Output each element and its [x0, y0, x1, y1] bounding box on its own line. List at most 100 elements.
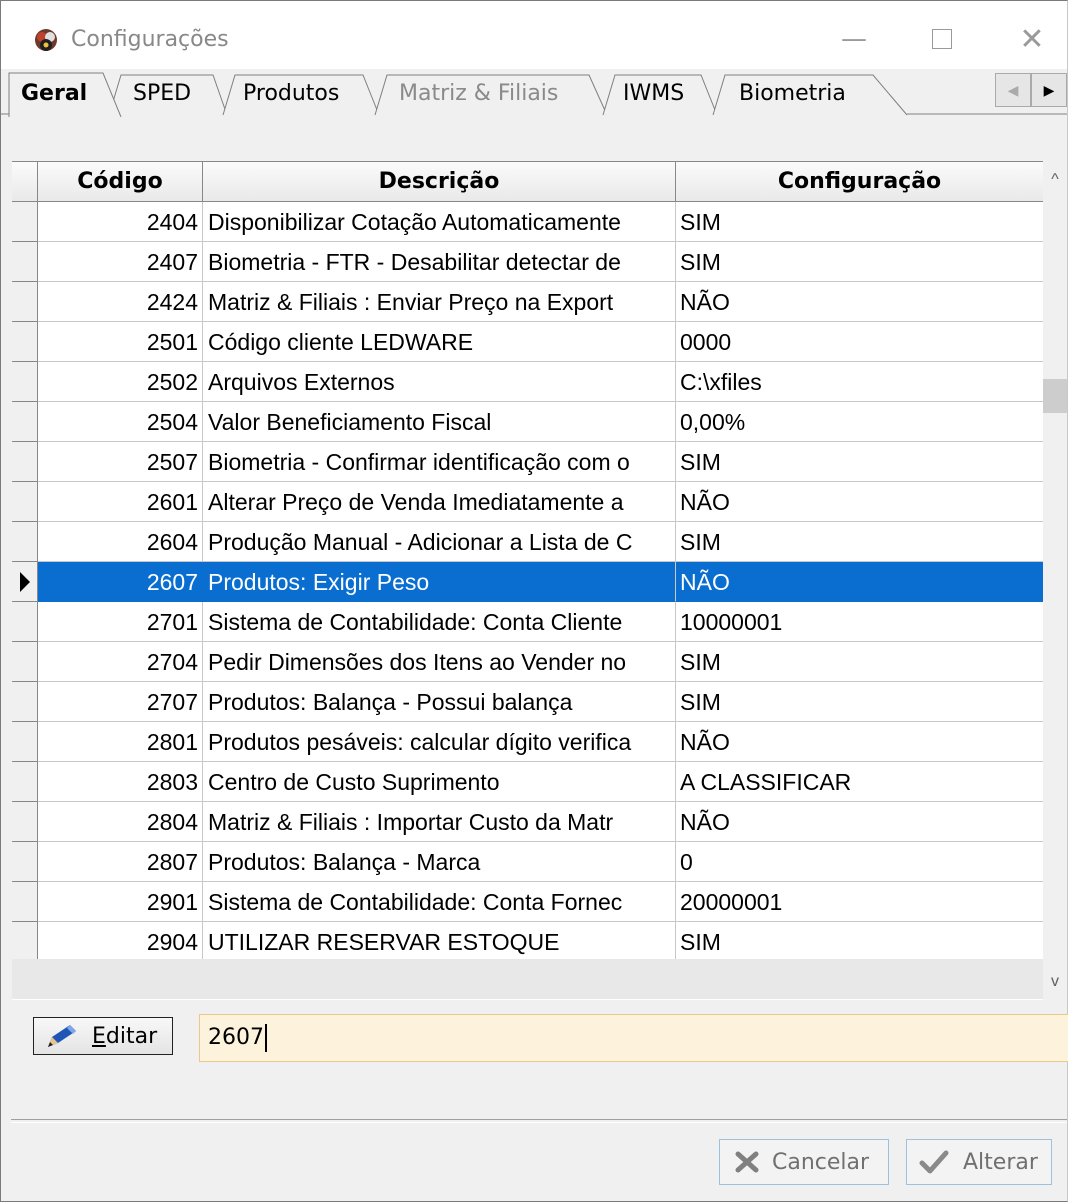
cell-descricao[interactable]: Matriz & Filiais : Importar Custo da Mat… [203, 802, 676, 842]
cell-descricao[interactable]: Produção Manual - Adicionar a Lista de C [203, 522, 676, 562]
cell-configuracao[interactable]: 20000001 [676, 882, 1043, 922]
table-row[interactable]: 2504 Valor Beneficiamento Fiscal 0,00% [12, 402, 1043, 442]
cell-descricao[interactable]: Sistema de Contabilidade: Conta Cliente [203, 602, 676, 642]
cell-descricao[interactable]: Biometria - FTR - Desabilitar detectar d… [203, 242, 676, 282]
cell-descricao[interactable]: UTILIZAR RESERVAR ESTOQUE [203, 922, 676, 962]
cell-configuracao[interactable]: SIM [676, 522, 1043, 562]
cell-codigo[interactable]: 2701 [38, 602, 203, 642]
cell-configuracao[interactable]: NÃO [676, 482, 1043, 522]
cell-configuracao[interactable]: SIM [676, 242, 1043, 282]
row-indicator[interactable] [12, 842, 38, 882]
table-row[interactable]: 2801 Produtos pesáveis: calcular dígito v… [12, 722, 1043, 762]
cancel-button[interactable]: Cancelar [719, 1139, 889, 1185]
cell-configuracao[interactable]: NÃO [676, 722, 1043, 762]
cell-descricao[interactable]: Disponibilizar Cotação Automaticamente [203, 202, 676, 242]
row-indicator[interactable] [12, 802, 38, 842]
table-row[interactable]: 2901 Sistema de Contabilidade: Conta Forn… [12, 882, 1043, 922]
header-configuracao[interactable]: Configuração [676, 162, 1043, 202]
row-indicator[interactable] [12, 242, 38, 282]
cell-codigo[interactable]: 2504 [38, 402, 203, 442]
cell-configuracao[interactable]: SIM [676, 642, 1043, 682]
header-descricao[interactable]: Descrição [203, 162, 676, 202]
tab-geral[interactable]: Geral [21, 81, 87, 106]
tab-scroll-left-button[interactable]: ◀ [995, 73, 1031, 107]
row-indicator[interactable] [12, 322, 38, 362]
cell-descricao[interactable]: Produtos: Balança - Possui balança [203, 682, 676, 722]
row-indicator[interactable] [12, 882, 38, 922]
row-indicator[interactable] [12, 202, 38, 242]
table-row[interactable]: 2904 UTILIZAR RESERVAR ESTOQUE SIM [12, 922, 1043, 962]
cell-codigo[interactable]: 2807 [38, 842, 203, 882]
cell-codigo[interactable]: 2507 [38, 442, 203, 482]
cell-configuracao[interactable]: SIM [676, 442, 1043, 482]
row-indicator[interactable] [12, 722, 38, 762]
close-button[interactable]: ✕ [1005, 17, 1059, 61]
cell-configuracao[interactable]: NÃO [676, 562, 1043, 602]
cell-configuracao[interactable]: SIM [676, 682, 1043, 722]
table-row[interactable]: 2604 Produção Manual - Adicionar a Lista … [12, 522, 1043, 562]
row-indicator[interactable] [12, 402, 38, 442]
table-row[interactable]: 2701 Sistema de Contabilidade: Conta Clie… [12, 602, 1043, 642]
cell-descricao[interactable]: Centro de Custo Suprimento [203, 762, 676, 802]
cell-configuracao[interactable]: A CLASSIFICAR [676, 762, 1043, 802]
cell-codigo[interactable]: 2801 [38, 722, 203, 762]
cell-codigo[interactable]: 2601 [38, 482, 203, 522]
cell-configuracao[interactable]: SIM [676, 922, 1043, 962]
cell-codigo[interactable]: 2804 [38, 802, 203, 842]
cell-codigo[interactable]: 2803 [38, 762, 203, 802]
table-row[interactable]: 2502 Arquivos Externos C:\xfiles [12, 362, 1043, 402]
scroll-thumb[interactable] [1043, 379, 1067, 413]
table-row[interactable]: 2507 Biometria - Confirmar identificação … [12, 442, 1043, 482]
table-row[interactable]: 2404 Disponibilizar Cotação Automaticamen… [12, 202, 1043, 242]
cell-configuracao[interactable]: 0,00% [676, 402, 1043, 442]
cell-codigo[interactable]: 2707 [38, 682, 203, 722]
row-indicator[interactable] [12, 482, 38, 522]
cell-codigo[interactable]: 2501 [38, 322, 203, 362]
cell-codigo[interactable]: 2407 [38, 242, 203, 282]
cell-descricao[interactable]: Sistema de Contabilidade: Conta Fornec [203, 882, 676, 922]
cell-codigo[interactable]: 2901 [38, 882, 203, 922]
scroll-down-button[interactable]: v [1043, 967, 1067, 997]
cell-codigo[interactable]: 2424 [38, 282, 203, 322]
cell-codigo[interactable]: 2704 [38, 642, 203, 682]
cell-configuracao[interactable]: C:\xfiles [676, 362, 1043, 402]
scroll-up-button[interactable]: ^ [1043, 165, 1067, 195]
table-row[interactable]: 2704 Pedir Dimensões dos Itens ao Vender … [12, 642, 1043, 682]
code-input[interactable]: 2607 [199, 1014, 1068, 1062]
cell-configuracao[interactable]: 10000001 [676, 602, 1043, 642]
row-indicator[interactable] [12, 682, 38, 722]
table-row[interactable]: 2804 Matriz & Filiais : Importar Custo da… [12, 802, 1043, 842]
table-row[interactable]: 2807 Produtos: Balança - Marca 0 [12, 842, 1043, 882]
tab-scroll-right-button[interactable]: ▶ [1031, 73, 1067, 107]
tab-sped[interactable]: SPED [133, 81, 191, 106]
table-row[interactable]: 2501 Código cliente LEDWARE 0000 [12, 322, 1043, 362]
table-row[interactable]: 2601 Alterar Preço de Venda Imediatamente… [12, 482, 1043, 522]
row-indicator[interactable] [12, 762, 38, 802]
cell-descricao[interactable]: Arquivos Externos [203, 362, 676, 402]
cell-codigo[interactable]: 2404 [38, 202, 203, 242]
alter-button[interactable]: Alterar [906, 1139, 1052, 1185]
cell-configuracao[interactable]: 0 [676, 842, 1043, 882]
cell-descricao[interactable]: Alterar Preço de Venda Imediatamente a [203, 482, 676, 522]
cell-configuracao[interactable]: SIM [676, 202, 1043, 242]
cell-descricao[interactable]: Código cliente LEDWARE [203, 322, 676, 362]
row-indicator[interactable] [12, 602, 38, 642]
row-indicator[interactable] [12, 362, 38, 402]
row-indicator[interactable] [12, 642, 38, 682]
table-row[interactable]: 2407 Biometria - FTR - Desabilitar detect… [12, 242, 1043, 282]
cell-descricao[interactable]: Pedir Dimensões dos Itens ao Vender no [203, 642, 676, 682]
maximize-button[interactable] [915, 17, 969, 61]
tab-produtos[interactable]: Produtos [243, 81, 339, 106]
cell-descricao[interactable]: Produtos pesáveis: calcular dígito verif… [203, 722, 676, 762]
table-row[interactable]: 2607 Produtos: Exigir Peso NÃO [12, 562, 1043, 602]
cell-descricao[interactable]: Produtos: Balança - Marca [203, 842, 676, 882]
row-indicator[interactable] [12, 442, 38, 482]
tab-biometria[interactable]: Biometria [739, 81, 846, 106]
vertical-scrollbar[interactable]: ^ v [1043, 161, 1067, 999]
cell-codigo[interactable]: 2502 [38, 362, 203, 402]
config-grid[interactable]: Código Descrição Configuração 2404 Dispon… [12, 161, 1043, 1000]
cell-configuracao[interactable]: NÃO [676, 282, 1043, 322]
minimize-button[interactable]: — [827, 17, 881, 61]
cell-descricao[interactable]: Produtos: Exigir Peso [203, 562, 676, 602]
row-indicator[interactable] [12, 922, 38, 962]
